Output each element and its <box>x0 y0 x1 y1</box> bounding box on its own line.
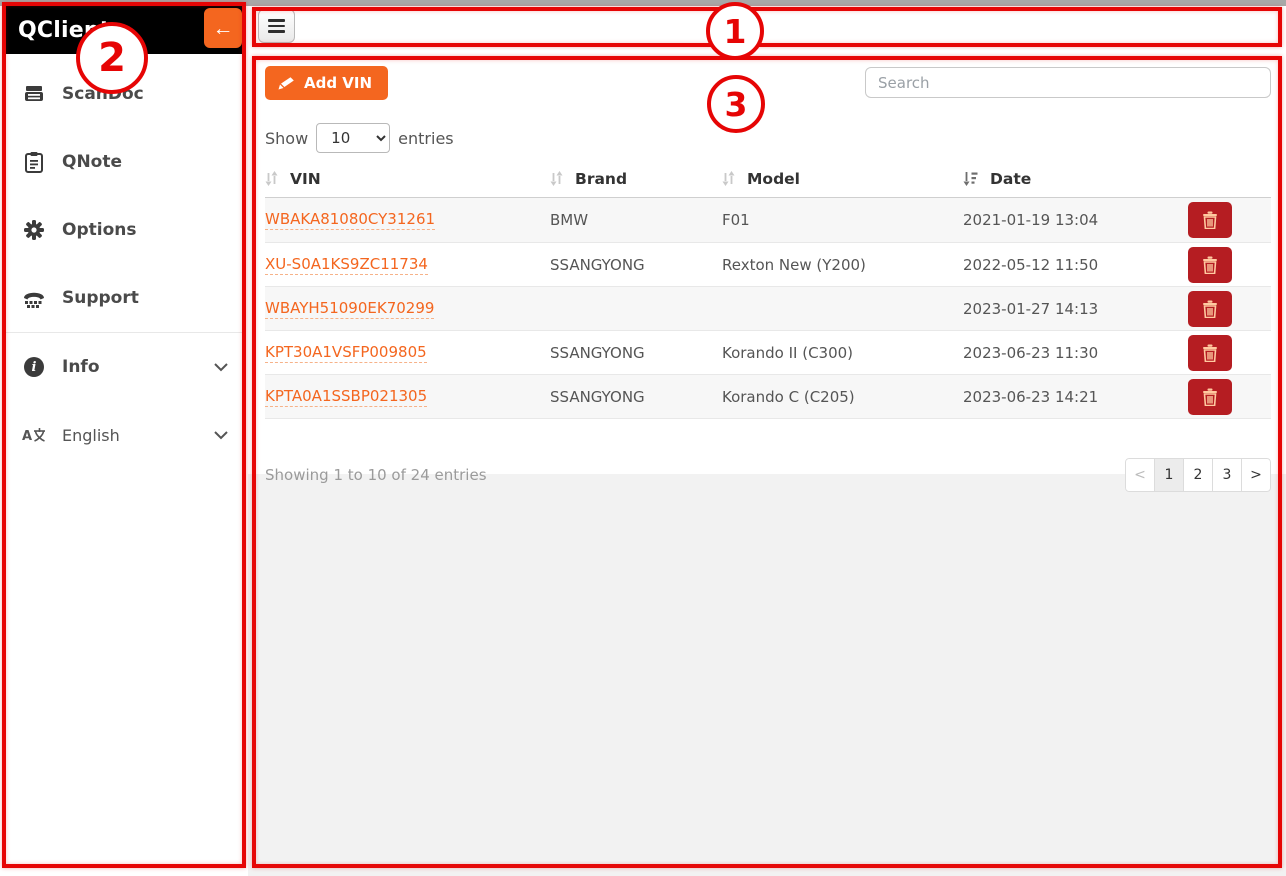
page-length-control: Show 10 entries <box>265 123 454 153</box>
sort-icon <box>550 171 563 186</box>
sidebar-item-info[interactable]: i Info <box>4 333 244 401</box>
search-input[interactable] <box>865 67 1271 98</box>
sidebar-header: QClients ← <box>4 6 244 54</box>
column-header-model[interactable]: Model <box>722 170 963 188</box>
info-circle-icon: i <box>22 357 46 377</box>
column-header-vin[interactable]: VIN <box>265 170 550 188</box>
delete-button[interactable] <box>1188 291 1232 327</box>
pagination-page-1[interactable]: 1 <box>1154 458 1184 492</box>
sort-icon <box>265 171 278 186</box>
page-length-select[interactable]: 10 <box>316 123 390 153</box>
app-title: QClients <box>18 18 124 43</box>
sort-active-icon <box>963 171 978 186</box>
table-row: XU-S0A1KS9ZC11734 SSANGYONG Rexton New (… <box>265 242 1271 286</box>
delete-button[interactable] <box>1188 379 1232 415</box>
trash-icon <box>1202 211 1218 229</box>
trash-icon <box>1202 300 1218 318</box>
entries-label: entries <box>398 129 453 148</box>
vin-link[interactable]: KPTA0A1SSBP021305 <box>265 387 427 407</box>
pagination-page-3[interactable]: 3 <box>1212 458 1242 492</box>
chevron-down-icon <box>214 431 228 440</box>
vin-table: VIN Brand Model Date <box>265 160 1271 419</box>
delete-button[interactable] <box>1188 202 1232 238</box>
support-phone-icon <box>22 288 46 308</box>
show-label: Show <box>265 129 308 148</box>
table-row: KPTA0A1SSBP021305 SSANGYONG Korando C (C… <box>265 374 1271 418</box>
model-cell: Korando II (C300) <box>722 344 963 362</box>
sidebar-item-label: ScanDoc <box>62 84 144 104</box>
qnote-clipboard-icon <box>22 151 46 173</box>
sidebar-item-support[interactable]: Support <box>4 264 244 332</box>
brand-cell: SSANGYONG <box>550 344 722 362</box>
pagination-next[interactable]: > <box>1241 458 1271 492</box>
showing-entries-text: Showing 1 to 10 of 24 entries <box>265 466 487 484</box>
table-footer: Showing 1 to 10 of 24 entries < 1 2 3 > <box>265 458 1271 492</box>
date-cell: 2022-05-12 11:50 <box>963 256 1188 274</box>
date-cell: 2023-01-27 14:13 <box>963 300 1188 318</box>
sidebar-item-label: Info <box>62 357 100 377</box>
vin-link[interactable]: XU-S0A1KS9ZC11734 <box>265 255 428 275</box>
vin-link[interactable]: WBAYH51090EK70299 <box>265 299 434 319</box>
sort-icon <box>722 171 735 186</box>
model-cell: Rexton New (Y200) <box>722 256 963 274</box>
topbar <box>248 6 1286 46</box>
app-window: QClients ← ScanDoc QNote <box>0 0 1286 876</box>
sidebar-item-label: Support <box>62 288 139 308</box>
model-cell: F01 <box>722 211 963 229</box>
trash-icon <box>1202 388 1218 406</box>
sidebar-nav: ScanDoc QNote Options Support <box>4 54 244 469</box>
date-cell: 2023-06-23 11:30 <box>963 344 1188 362</box>
sidebar-item-language[interactable]: A English <box>4 401 244 469</box>
table-header-row: VIN Brand Model Date <box>265 160 1271 198</box>
sidebar-item-label: English <box>62 426 120 445</box>
svg-text:A: A <box>22 429 32 444</box>
sidebar: QClients ← ScanDoc QNote <box>4 6 244 866</box>
date-cell: 2021-01-19 13:04 <box>963 211 1188 229</box>
pagination-previous[interactable]: < <box>1125 458 1155 492</box>
trash-icon <box>1202 344 1218 362</box>
scandoc-printer-icon <box>22 83 46 105</box>
sidebar-item-label: QNote <box>62 152 122 172</box>
main-area: Add VIN Show 10 entries VIN <box>248 6 1286 876</box>
vin-link[interactable]: WBAKA81080CY31261 <box>265 210 435 230</box>
table-row: KPT30A1VSFP009805 SSANGYONG Korando II (… <box>265 330 1271 374</box>
sidebar-collapse-button[interactable]: ← <box>204 8 242 48</box>
pagination: < 1 2 3 > <box>1125 458 1271 492</box>
sidebar-item-scandoc[interactable]: ScanDoc <box>4 60 244 128</box>
sidebar-item-qnote[interactable]: QNote <box>4 128 244 196</box>
brand-cell: SSANGYONG <box>550 388 722 406</box>
table-row: WBAKA81080CY31261 BMW F01 2021-01-19 13:… <box>265 198 1271 242</box>
sidebar-item-label: Options <box>62 220 136 240</box>
language-icon: A <box>22 426 46 444</box>
table-body: WBAKA81080CY31261 BMW F01 2021-01-19 13:… <box>265 198 1271 419</box>
add-vin-button[interactable]: Add VIN <box>265 66 388 100</box>
hamburger-menu-button[interactable] <box>258 9 295 43</box>
vin-table-card: Add VIN Show 10 entries VIN <box>248 46 1286 474</box>
column-header-date[interactable]: Date <box>963 170 1188 188</box>
delete-button[interactable] <box>1188 247 1232 283</box>
pagination-page-2[interactable]: 2 <box>1183 458 1213 492</box>
vin-link[interactable]: KPT30A1VSFP009805 <box>265 343 427 363</box>
chevron-down-icon <box>214 363 228 372</box>
brand-cell: BMW <box>550 211 722 229</box>
date-cell: 2023-06-23 14:21 <box>963 388 1188 406</box>
options-gear-icon <box>22 219 46 241</box>
hamburger-icon <box>268 19 285 22</box>
arrow-left-icon: ← <box>213 18 234 39</box>
table-row: WBAYH51090EK70299 2023-01-27 14:13 <box>265 286 1271 330</box>
delete-button[interactable] <box>1188 335 1232 371</box>
column-header-brand[interactable]: Brand <box>550 170 722 188</box>
pencil-icon <box>277 76 295 91</box>
brand-cell: SSANGYONG <box>550 256 722 274</box>
trash-icon <box>1202 256 1218 274</box>
sidebar-item-options[interactable]: Options <box>4 196 244 264</box>
model-cell: Korando C (C205) <box>722 388 963 406</box>
